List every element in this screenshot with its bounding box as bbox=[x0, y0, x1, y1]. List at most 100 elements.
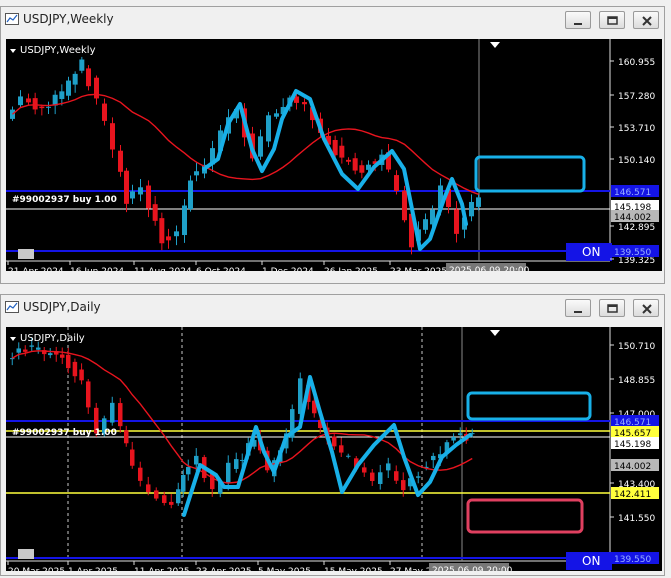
restore-button[interactable] bbox=[599, 11, 625, 29]
daily-price-chart[interactable]: USDJPY,Daily #99002937 buy 1.00 ON 150.710 1… bbox=[6, 327, 662, 571]
bullish-candle bbox=[18, 96, 23, 106]
bearish-candle bbox=[124, 170, 129, 204]
bearish-candle bbox=[118, 403, 123, 427]
minimize-button[interactable] bbox=[565, 299, 591, 317]
bearish-candle bbox=[39, 106, 45, 109]
daily-chart-window[interactable]: USDJPY,Daily USDJPY,Daily #99002937 buy 1… bbox=[0, 294, 665, 576]
date-axis-label: 15 May 2025 bbox=[324, 567, 383, 571]
date-axis-label: 11 Apr 2025 bbox=[134, 567, 190, 571]
bearish-candle bbox=[402, 190, 407, 221]
bullish-candle bbox=[16, 348, 21, 353]
bearish-candle bbox=[138, 467, 143, 481]
bearish-candle bbox=[32, 98, 38, 110]
bearish-candle bbox=[118, 150, 123, 172]
bearish-candle bbox=[66, 354, 71, 369]
bullish-candle bbox=[188, 180, 193, 210]
bullish-candle bbox=[226, 462, 231, 484]
bullish-candle bbox=[194, 455, 199, 465]
bullish-candle bbox=[176, 489, 181, 504]
bearish-candle bbox=[362, 467, 367, 473]
weekly-title-bar[interactable]: USDJPY,Weekly bbox=[1, 7, 664, 33]
daily-title-bar[interactable]: USDJPY,Daily bbox=[1, 295, 664, 321]
bullish-candle bbox=[423, 219, 428, 230]
date-axis-label: 23 Mar 2025 bbox=[390, 267, 447, 271]
weekly-chart-area[interactable]: USDJPY,Weekly #99002937 buy 1.00 ON 160.955… bbox=[6, 39, 662, 271]
bullish-candle bbox=[10, 358, 15, 360]
bearish-candle bbox=[454, 209, 459, 234]
bearish-candle bbox=[159, 218, 165, 244]
bullish-candle bbox=[451, 437, 456, 441]
bearish-candle bbox=[169, 501, 174, 505]
bullish-candle bbox=[346, 455, 351, 457]
price-tag-label: 145.198 bbox=[614, 440, 651, 450]
weekly-chart-window[interactable]: USDJPY,Weekly USDJPY,Weekly #99002937 buy… bbox=[0, 6, 665, 284]
price-tag-label: 144.002 bbox=[614, 462, 651, 472]
price-tag-label: 139.550 bbox=[614, 248, 651, 258]
bullish-candle bbox=[416, 476, 421, 478]
expert-indicator-icon bbox=[18, 549, 34, 559]
bearish-candle bbox=[26, 98, 31, 103]
price-axis-label: 141.550 bbox=[618, 514, 655, 524]
bearish-candle bbox=[110, 123, 115, 150]
bearish-candle bbox=[79, 369, 84, 381]
bullish-candle bbox=[469, 201, 474, 217]
bearish-candle bbox=[86, 381, 91, 408]
bearish-candle bbox=[339, 445, 344, 453]
window-title: USDJPY,Weekly bbox=[23, 12, 114, 26]
date-axis-label: 21 Apr 2024 bbox=[8, 267, 64, 271]
bearish-candle bbox=[102, 103, 107, 121]
on-badge-label: ON bbox=[582, 554, 600, 568]
bullish-candle bbox=[186, 467, 191, 475]
bullish-candle bbox=[59, 91, 65, 99]
bearish-candle bbox=[23, 349, 28, 352]
bearish-candle bbox=[162, 495, 167, 503]
order-label: #99002937 buy 1.00 bbox=[12, 428, 117, 438]
minimize-button[interactable] bbox=[565, 11, 591, 29]
bearish-candle bbox=[210, 473, 215, 490]
minimize-icon bbox=[574, 311, 582, 313]
chart-symbol-label: USDJPY,Weekly bbox=[20, 45, 96, 56]
bullish-candle bbox=[378, 472, 383, 484]
bearish-candle bbox=[302, 102, 307, 105]
bullish-candle bbox=[130, 191, 135, 199]
bearish-candle bbox=[394, 175, 399, 191]
trend-drawing bbox=[182, 375, 472, 517]
bullish-candle bbox=[266, 115, 271, 142]
price-tag-label: 142.411 bbox=[614, 490, 651, 500]
chart-shift-marker-icon bbox=[490, 42, 500, 48]
close-button[interactable] bbox=[633, 299, 659, 317]
bearish-candle bbox=[359, 165, 365, 173]
bullish-candle bbox=[431, 455, 436, 461]
order-label: #99002937 buy 1.00 bbox=[12, 195, 117, 205]
chart-window-icon bbox=[5, 301, 19, 313]
window-title: USDJPY,Daily bbox=[23, 300, 101, 314]
cursor-date-label: 2025.06.09 20:00 bbox=[432, 566, 513, 571]
bearish-candle bbox=[332, 436, 337, 447]
price-axis-label: 142.895 bbox=[618, 223, 655, 233]
bullish-candle bbox=[258, 136, 263, 157]
on-badge-label: ON bbox=[582, 245, 600, 259]
daily-chart-area[interactable]: USDJPY,Daily #99002937 buy 1.00 ON 150.710 1… bbox=[6, 327, 662, 571]
price-tag-label: 139.550 bbox=[614, 555, 651, 565]
bearish-candle bbox=[352, 158, 358, 171]
bearish-candle bbox=[370, 472, 375, 482]
bearish-candle bbox=[346, 159, 351, 162]
bullish-candle bbox=[36, 347, 41, 350]
weekly-price-chart[interactable]: USDJPY,Weekly #99002937 buy 1.00 ON 160.955… bbox=[6, 39, 662, 271]
chart-menu-triangle-icon bbox=[10, 49, 16, 53]
cursor-date-label: 2025.06.09 20:00 bbox=[449, 266, 530, 271]
price-tag-label: 144.002 bbox=[614, 213, 651, 223]
restore-icon bbox=[607, 304, 618, 313]
chart-shift-marker-icon bbox=[490, 330, 500, 336]
date-axis-label: 6 Oct 2024 bbox=[196, 267, 246, 271]
restore-button[interactable] bbox=[599, 299, 625, 317]
date-axis-label: 1 Dec 2024 bbox=[262, 267, 314, 271]
bearish-candle bbox=[154, 490, 159, 499]
close-button[interactable] bbox=[633, 11, 659, 29]
bearish-candle bbox=[72, 361, 78, 377]
bearish-candle bbox=[401, 480, 406, 491]
chart-window-icon bbox=[5, 13, 19, 25]
stop-zone-box bbox=[466, 498, 584, 534]
chart-symbol-label: USDJPY,Daily bbox=[20, 333, 85, 344]
price-axis-label: 148.855 bbox=[618, 376, 655, 386]
